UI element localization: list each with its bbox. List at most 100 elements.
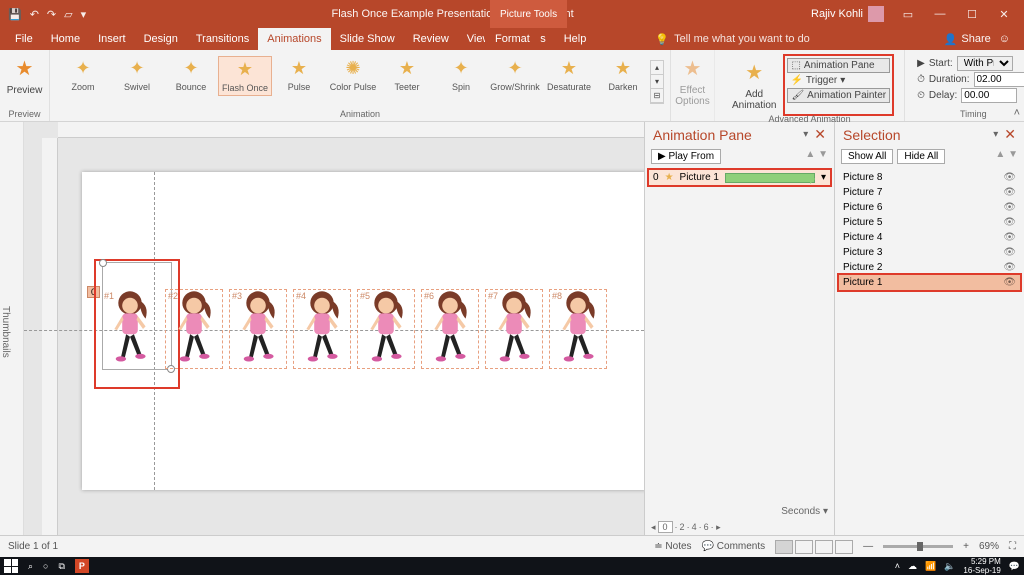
eye-icon[interactable]: 👁 [1003, 277, 1016, 288]
sel-item[interactable]: Picture 4👁 [843, 230, 1016, 245]
picture-4[interactable]: #4 [294, 290, 350, 368]
timeline-ruler[interactable]: ◂ 0 · 2 · 4 · 6 · ▸ [645, 519, 834, 535]
comments-button[interactable]: 💬 Comments [702, 541, 766, 552]
picture-8[interactable]: #8 [550, 290, 606, 368]
zoom-value[interactable]: 69% [979, 541, 999, 552]
redo-icon[interactable]: ↷ [47, 8, 56, 21]
tab-file[interactable]: File [6, 28, 42, 50]
eye-icon[interactable]: 👁 [1003, 247, 1016, 258]
gallery-spin[interactable]: ✦Spin [434, 56, 488, 94]
gallery-flash-once[interactable]: ★Flash Once [218, 56, 272, 96]
close-icon[interactable]: ✕ [990, 8, 1018, 21]
powerpoint-taskbar-icon[interactable]: P [75, 559, 89, 573]
tray-sound-icon[interactable]: 🔈 [944, 561, 955, 572]
ribbon-options-icon[interactable]: ▭ [894, 8, 922, 21]
sel-item[interactable]: Picture 2👁 [843, 260, 1016, 275]
gallery-darken[interactable]: ★Darken [596, 56, 650, 94]
fit-icon[interactable]: ⛶ [1009, 541, 1016, 552]
tab-transitions[interactable]: Transitions [187, 28, 258, 50]
tab-home[interactable]: Home [42, 28, 89, 50]
gallery-up-icon[interactable]: ▴ [651, 61, 663, 75]
close-selection-pane-icon[interactable]: ✕ [1004, 126, 1016, 143]
tray-cloud-icon[interactable]: ☁ [908, 561, 917, 572]
tab-design[interactable]: Design [135, 28, 187, 50]
sel-item[interactable]: Picture 3👁 [843, 245, 1016, 260]
duration-input[interactable] [974, 72, 1024, 87]
minimize-icon[interactable]: — [926, 8, 954, 20]
sel-item[interactable]: Picture 6👁 [843, 200, 1016, 215]
picture-2[interactable]: #2 [166, 290, 222, 368]
clock[interactable]: 5:29 PM16-Sep-19 [963, 557, 1000, 575]
search-icon[interactable]: ⌕ [28, 561, 33, 572]
tab-slideshow[interactable]: Slide Show [331, 28, 404, 50]
preview-button[interactable]: ★ Preview [2, 52, 48, 99]
picture-6[interactable]: #6 [422, 290, 478, 368]
show-all-button[interactable]: Show All [841, 149, 893, 164]
trigger-button[interactable]: ⚡ Trigger ▾ [787, 74, 890, 87]
sel-item[interactable]: Picture 8👁 [843, 170, 1016, 185]
thumbnails-label[interactable]: Thumbnails [0, 122, 24, 535]
qat-more-icon[interactable]: ▾ [81, 8, 87, 21]
save-icon[interactable]: 💾 [8, 8, 22, 21]
tell-me[interactable]: 💡 Tell me what you want to do [655, 33, 809, 46]
sel-item[interactable]: Picture 7👁 [843, 185, 1016, 200]
gallery-teeter[interactable]: ★Teeter [380, 56, 434, 94]
slideshow-icon[interactable]: ▱ [64, 8, 72, 21]
gallery-grow-shrink[interactable]: ✦Grow/Shrink [488, 56, 542, 94]
eye-icon[interactable]: 👁 [1003, 217, 1016, 228]
add-animation-button[interactable]: ★ Add Animation [727, 56, 781, 114]
picture-5[interactable]: #5 [358, 290, 414, 368]
tab-insert[interactable]: Insert [89, 28, 135, 50]
item-menu-icon[interactable]: ▾ [821, 172, 826, 183]
picture-1[interactable]: #1 [102, 290, 158, 368]
tab-format[interactable]: Format [485, 28, 540, 50]
collapse-ribbon-icon[interactable]: ˄ [1014, 107, 1020, 119]
view-normal-icon[interactable] [775, 540, 793, 554]
picture-7[interactable]: #7 [486, 290, 542, 368]
sel-item-selected[interactable]: Picture 1👁 [839, 275, 1020, 290]
eye-icon[interactable]: 👁 [1003, 202, 1016, 213]
slide-indicator[interactable]: Slide 1 of 1 [8, 541, 58, 552]
gallery-bounce[interactable]: ✦Bounce [164, 56, 218, 94]
share-button[interactable]: 👤 Share [944, 33, 991, 46]
gallery-pulse[interactable]: ★Pulse [272, 56, 326, 94]
gallery-more-icon[interactable]: ⊟ [651, 89, 663, 103]
start-button[interactable] [4, 559, 18, 573]
gallery-zoom[interactable]: ✦Zoom [56, 56, 110, 94]
tab-review[interactable]: Review [404, 28, 458, 50]
tray-wifi-icon[interactable]: 📶 [925, 561, 936, 572]
duration-bar[interactable] [725, 173, 815, 183]
gallery-desaturate[interactable]: ★Desaturate [542, 56, 596, 94]
close-pane-icon[interactable]: ✕ [814, 126, 826, 143]
animation-pane-button[interactable]: ⬚ Animation Pane [787, 58, 890, 73]
cortana-icon[interactable]: ○ [43, 561, 48, 571]
eye-icon[interactable]: 👁 [1003, 187, 1016, 198]
user-name[interactable]: Rajiv Kohli [811, 8, 863, 20]
zoom-slider[interactable] [883, 545, 953, 548]
animation-gallery[interactable]: ✦Zoom ✦Swivel ✦Bounce ★Flash Once ★Pulse… [56, 52, 664, 104]
tab-help[interactable]: Help [555, 28, 596, 50]
view-sorter-icon[interactable] [795, 540, 813, 554]
eye-icon[interactable]: 👁 [1003, 262, 1016, 273]
avatar[interactable] [868, 6, 884, 22]
start-select[interactable]: With Previous [957, 56, 1013, 71]
eye-icon[interactable]: 👁 [1003, 172, 1016, 183]
play-from-button[interactable]: ▶ Play From [651, 149, 721, 164]
hide-all-button[interactable]: Hide All [897, 149, 945, 164]
feedback-icon[interactable]: ☺ [999, 33, 1010, 45]
tray-up-icon[interactable]: ˄ [895, 561, 900, 571]
notes-button[interactable]: ≐ Notes [654, 541, 691, 552]
gallery-swivel[interactable]: ✦Swivel [110, 56, 164, 94]
maximize-icon[interactable]: ☐ [958, 8, 986, 21]
notifications-icon[interactable]: 💬 [1009, 561, 1020, 572]
slide-editor[interactable]: 0 #1 #2 #3 #4 #5 #6 #7 #8 [24, 122, 644, 535]
tab-animations[interactable]: Animations [258, 28, 330, 50]
animation-item[interactable]: 0 ★ Picture 1 ▾ [649, 170, 830, 185]
sel-item[interactable]: Picture 5👁 [843, 215, 1016, 230]
picture-3[interactable]: #3 [230, 290, 286, 368]
taskview-icon[interactable]: ⧉ [58, 561, 64, 572]
gallery-down-icon[interactable]: ▾ [651, 75, 663, 89]
gallery-color-pulse[interactable]: ✺Color Pulse [326, 56, 380, 94]
view-reading-icon[interactable] [815, 540, 833, 554]
delay-input[interactable] [961, 88, 1017, 103]
